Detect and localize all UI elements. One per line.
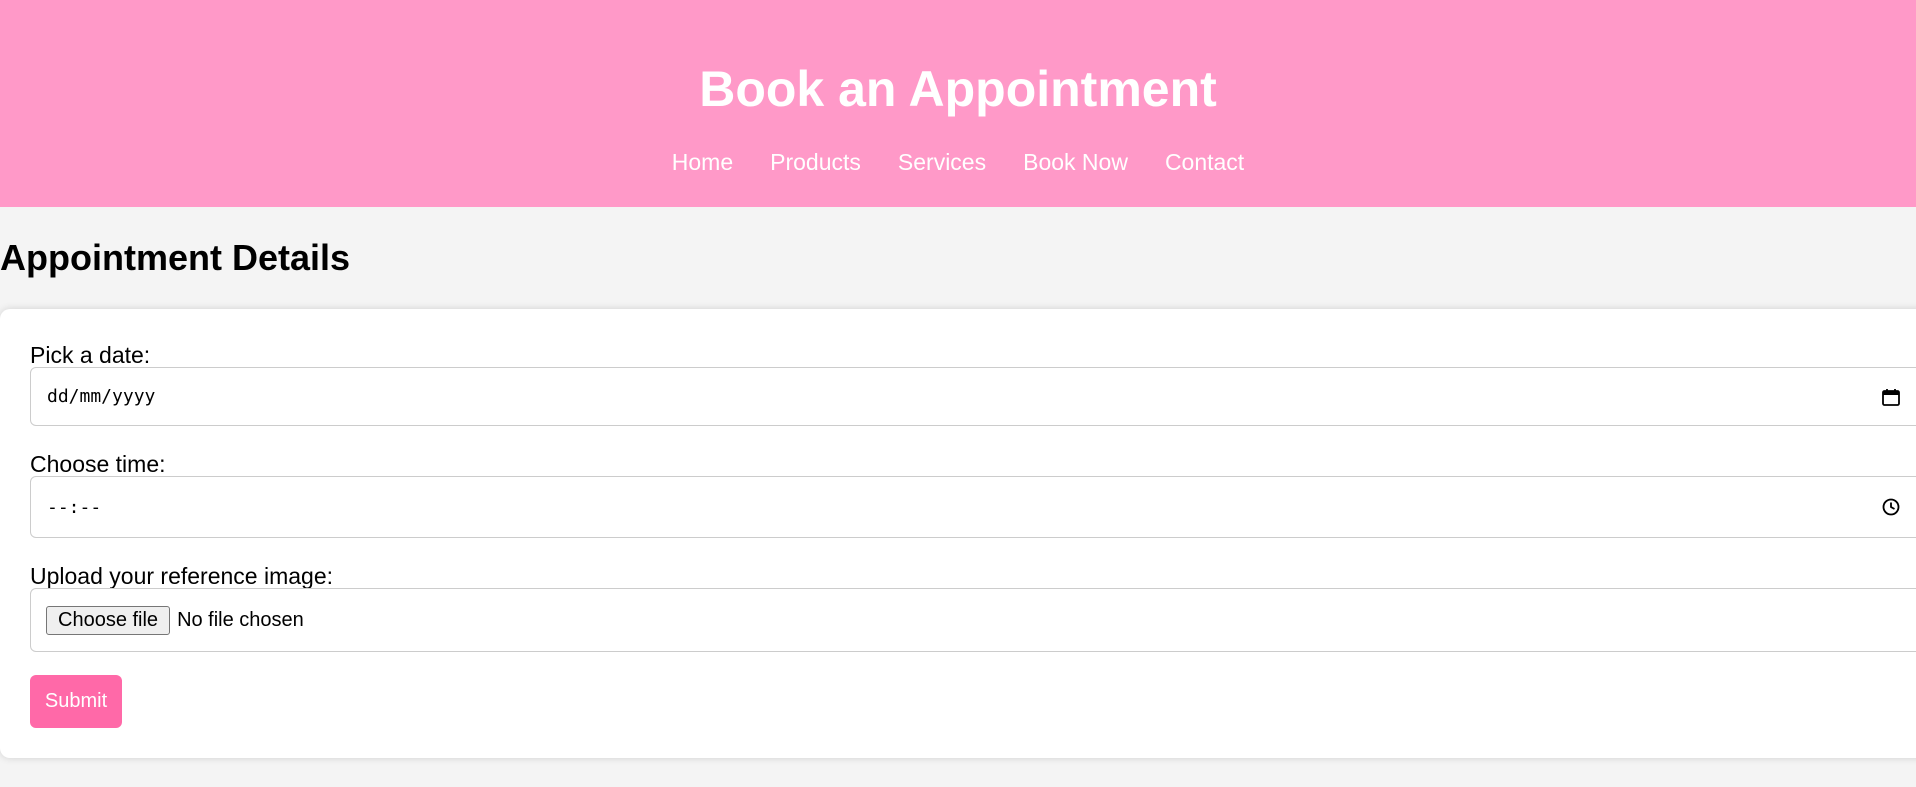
clock-icon[interactable] [1881, 497, 1901, 517]
date-input[interactable]: dd/mm/yyyy [30, 367, 1916, 426]
time-label: Choose time: [30, 451, 166, 477]
calendar-icon[interactable] [1881, 387, 1901, 407]
page-title: Book an Appointment [699, 61, 1217, 117]
nav-link-products[interactable]: Products [770, 148, 861, 176]
time-input[interactable]: --:-- [30, 476, 1916, 538]
section-title: Appointment Details [0, 237, 351, 278]
nav-link-contact[interactable]: Contact [1165, 148, 1244, 176]
date-input-value: dd/mm/yyyy [47, 386, 156, 407]
file-input[interactable]: Choose file No file chosen [30, 588, 1916, 652]
appointment-form: Pick a date: dd/mm/yyyy Choose time: --:… [0, 309, 1916, 758]
date-label: Pick a date: [30, 342, 151, 368]
submit-button[interactable]: Submit [30, 675, 122, 728]
choose-file-button[interactable]: Choose file [46, 605, 171, 635]
nav-link-book-now[interactable]: Book Now [1023, 148, 1128, 176]
file-label: Upload your reference image: [30, 563, 333, 589]
main-nav: Home Products Services Book Now Contact [0, 148, 1916, 176]
nav-link-services[interactable]: Services [898, 148, 986, 176]
site-header: Book an Appointment Home Products Servic… [0, 0, 1916, 207]
nav-link-home[interactable]: Home [672, 148, 733, 176]
file-status: No file chosen [177, 608, 304, 631]
time-input-value: --:-- [47, 496, 102, 518]
